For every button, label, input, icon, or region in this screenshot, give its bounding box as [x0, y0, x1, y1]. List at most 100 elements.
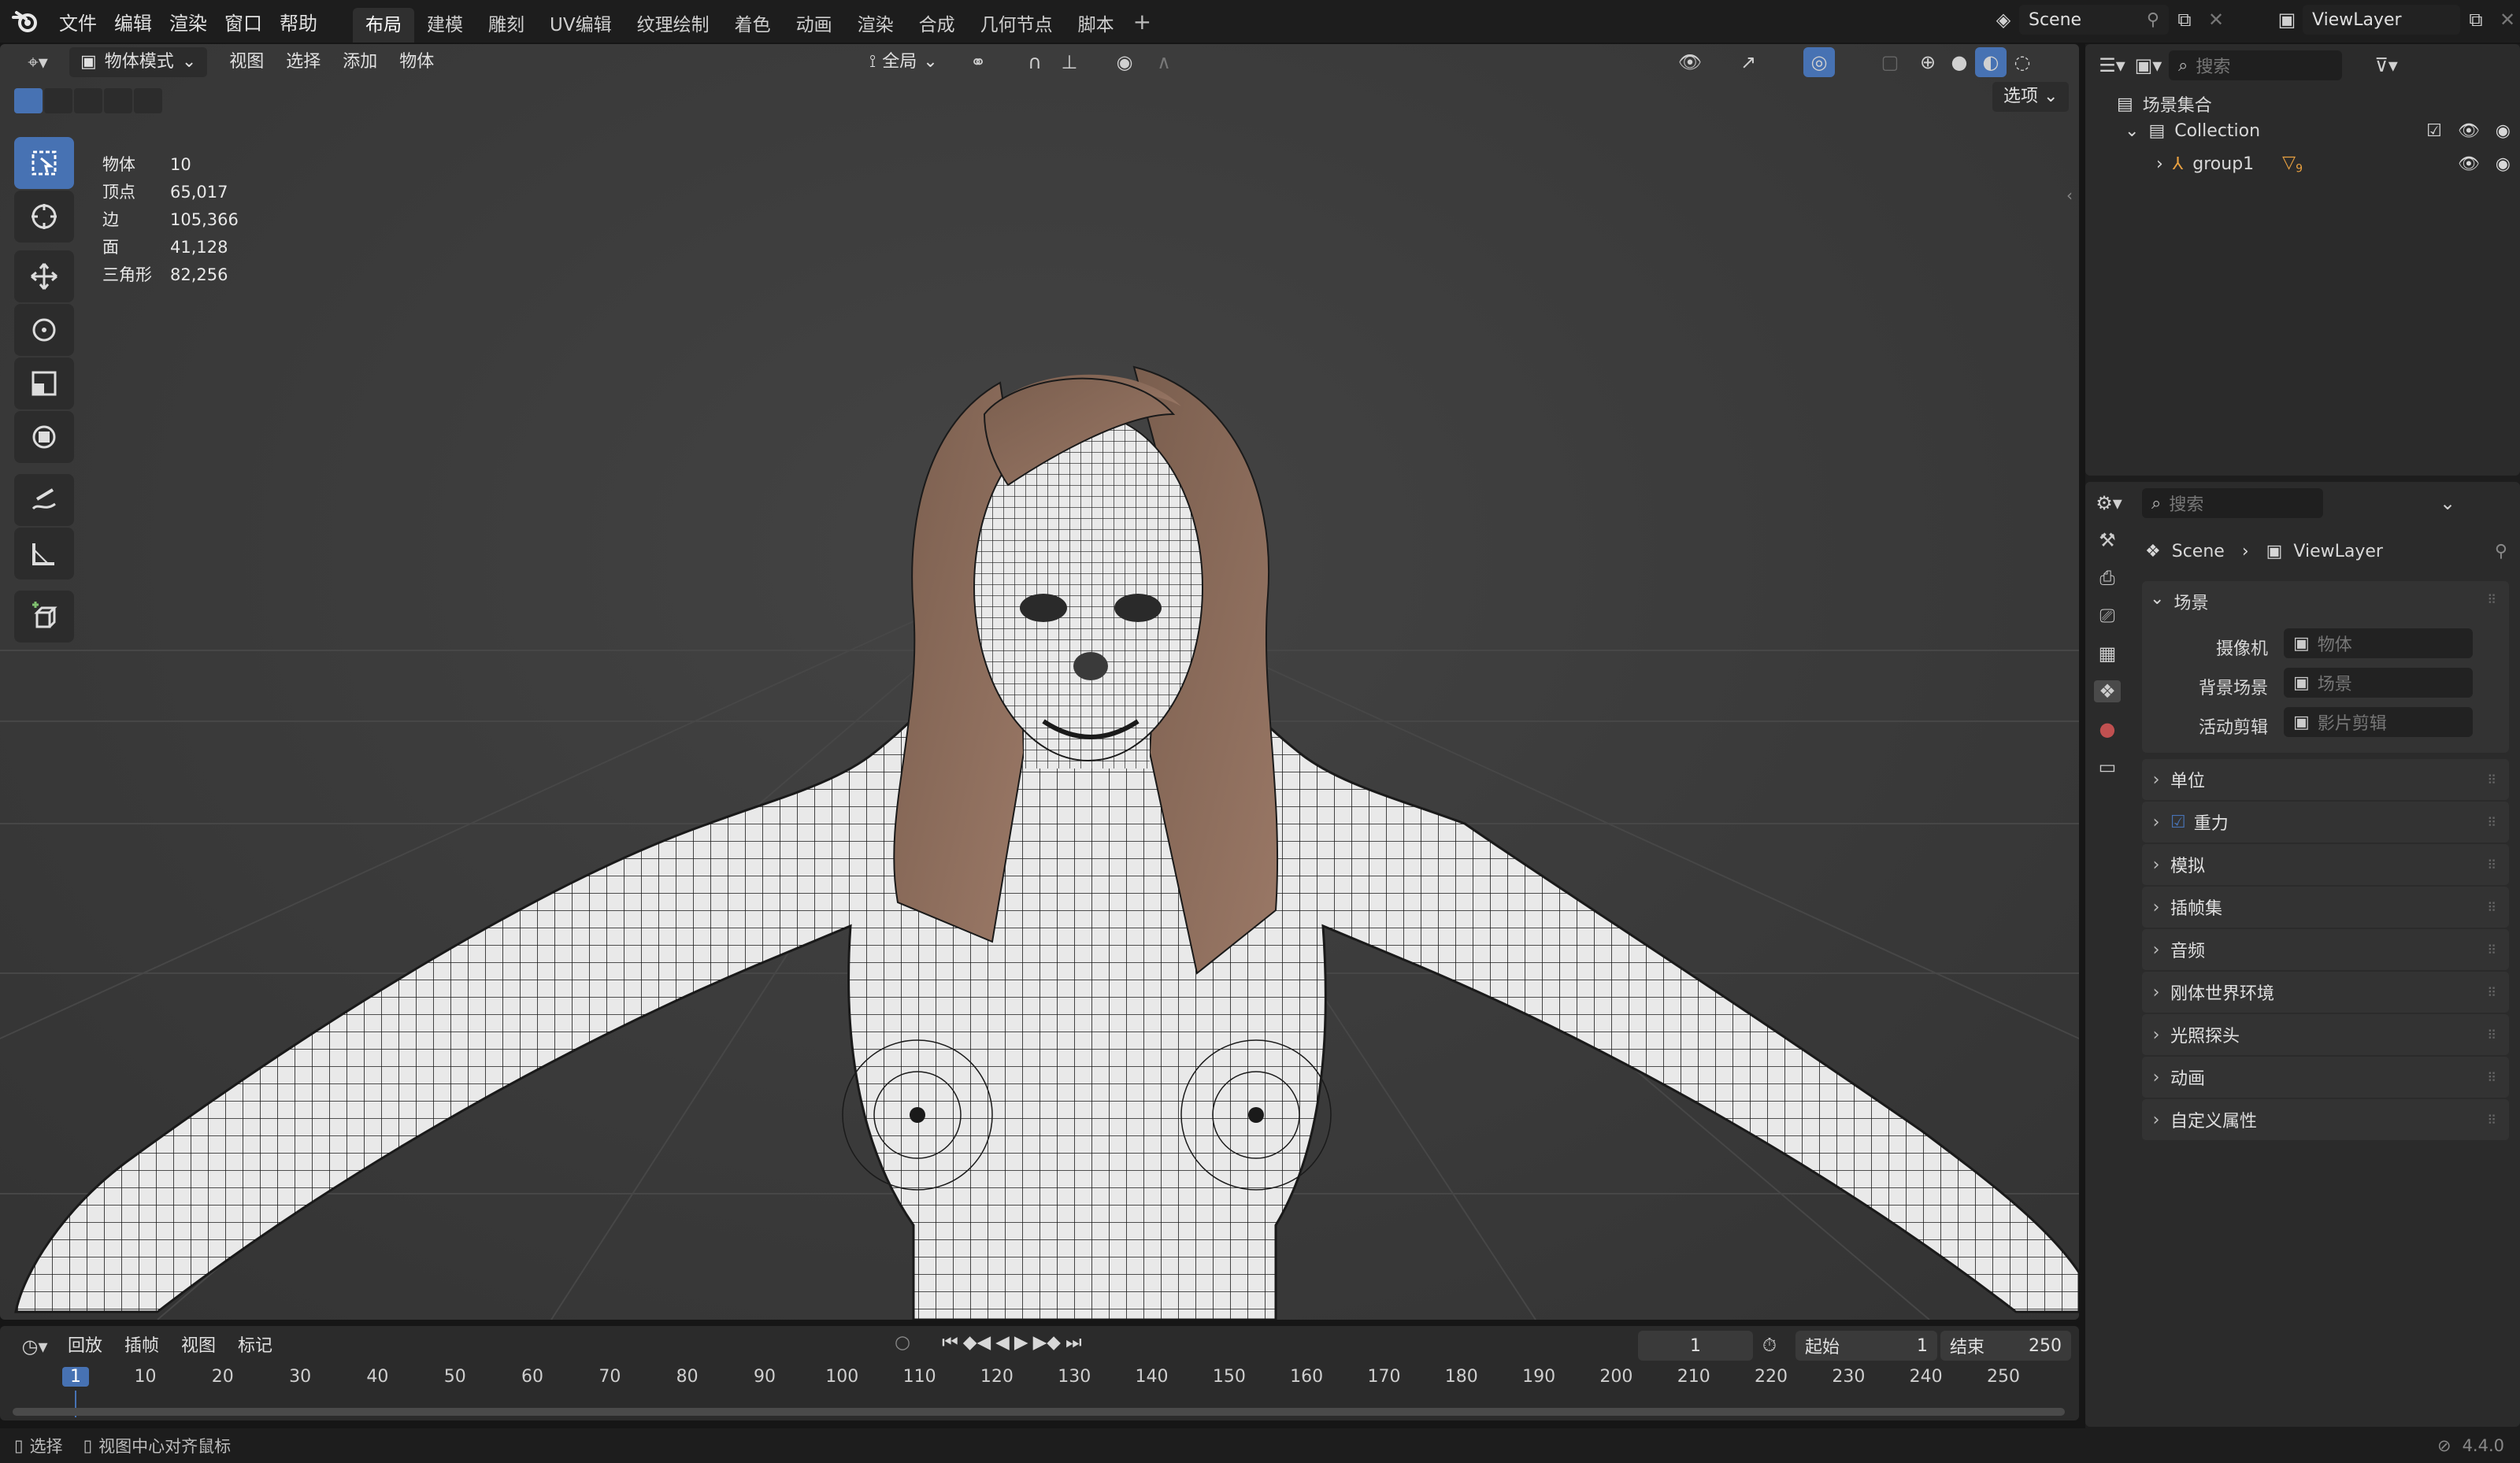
world-tab-icon[interactable]: ● [2099, 718, 2116, 740]
wireframe-shading-icon[interactable]: ⊕ [1912, 47, 1944, 77]
editor-type-icon[interactable]: ⌖▾ [14, 47, 61, 77]
select-extend-icon[interactable] [44, 88, 72, 113]
workspace-tab-2[interactable]: 雕刻 [476, 8, 537, 43]
new-scene-icon[interactable]: ⧉ [2169, 5, 2200, 35]
properties-search[interactable]: ⌕ 搜索 [2142, 488, 2323, 518]
property-field[interactable]: ▣ 影片剪辑 [2284, 707, 2473, 737]
measure-tool-icon[interactable] [14, 528, 74, 580]
falloff-icon[interactable]: ∧ [1148, 47, 1180, 77]
workspace-tab-4[interactable]: 纹理绘制 [624, 8, 722, 43]
scale-tool-icon[interactable] [14, 357, 74, 409]
viewport-menu-1[interactable]: 选择 [275, 47, 332, 77]
viewport-menu-0[interactable]: 视图 [218, 47, 275, 77]
material-shading-icon[interactable]: ◐ [1975, 47, 2007, 77]
section-3[interactable]: › 插帧集 ⠿ [2142, 887, 2509, 928]
group1-row[interactable]: › ⅄ group1 ▽9 👁 ◉ [2156, 153, 2511, 175]
pin-icon[interactable]: ⚲ [2495, 542, 2507, 561]
workspace-tab-0[interactable]: 布局 [353, 8, 414, 43]
section-7[interactable]: › 动画 ⠿ [2142, 1057, 2509, 1098]
select-new-icon[interactable] [14, 88, 43, 113]
delete-scene-icon[interactable]: ✕ [2200, 5, 2232, 35]
sidebar-toggle-icon[interactable]: ‹ [2066, 186, 2073, 205]
section-0[interactable]: › 单位 ⠿ [2142, 759, 2509, 800]
drag-handle-icon[interactable]: ⠿ [2487, 1070, 2498, 1085]
timeline-scrollbar[interactable] [13, 1408, 2065, 1416]
blender-logo-icon[interactable] [0, 9, 50, 33]
menu-2[interactable]: 渲染 [161, 8, 216, 35]
pivot-icon[interactable]: ⚭ [962, 47, 994, 77]
frame-ruler[interactable]: 1 10 20 30 40 50 60 70 80 90 100 110 120 130 140 150 160… [0, 1326, 2079, 1420]
3d-viewport[interactable]: ⌖▾ ▣ 物体模式 ⌄ 视图 选择 添加 物体 ⟟ 全局 ⌄ ⚭ ∩ ⊥ ◉ ∧ 👁 … [0, 44, 2079, 1320]
scene-section-header[interactable]: ⌄ 场景 [2150, 589, 2208, 614]
menu-4[interactable]: 帮助 [271, 8, 326, 35]
checkbox-icon[interactable]: ☑ [2426, 121, 2442, 141]
property-field[interactable]: ▣ 场景 [2284, 668, 2473, 698]
workspace-tab-8[interactable]: 合成 [906, 8, 968, 43]
section-1[interactable]: › ☑ 重力 ⠿ [2142, 802, 2509, 843]
section-5[interactable]: › 刚体世界环境 ⠿ [2142, 972, 2509, 1013]
annotate-tool-icon[interactable] [14, 474, 74, 526]
new-viewlayer-icon[interactable]: ⧉ [2460, 5, 2492, 35]
workspace-tab-10[interactable]: 脚本 [1065, 8, 1127, 43]
cursor-tool-icon[interactable] [14, 191, 74, 243]
viewport-menu-3[interactable]: 物体 [388, 47, 445, 77]
workspace-tab-3[interactable]: UV编辑 [537, 8, 624, 43]
eye-icon[interactable]: 👁 [2458, 154, 2480, 174]
drag-handle-icon[interactable]: ⠿ [2487, 857, 2498, 872]
transform-orientation-dropdown[interactable]: ⟟ 全局 ⌄ [858, 47, 949, 77]
collection-tab-icon[interactable]: ▭ [2099, 756, 2117, 778]
workspace-tab-7[interactable]: 渲染 [845, 8, 906, 43]
scene-collection-row[interactable]: ▤ 场景集合 [2117, 91, 2212, 117]
viewport-menu-2[interactable]: 添加 [332, 47, 388, 77]
render-tab-icon[interactable]: ⎙ [2099, 567, 2114, 589]
drag-handle-icon[interactable]: ⠿ [2487, 943, 2498, 957]
property-field[interactable]: ▣ 物体 [2284, 628, 2473, 658]
drag-handle-icon[interactable]: ⠿ [2487, 900, 2498, 915]
move-tool-icon[interactable] [14, 250, 74, 302]
drag-handle-icon[interactable]: ⠿ [2487, 815, 2498, 830]
visibility-icon[interactable]: 👁 [1674, 47, 1706, 77]
workspace-tab-5[interactable]: 着色 [722, 8, 784, 43]
workspace-tab-6[interactable]: 动画 [784, 8, 845, 43]
select-intersect-icon[interactable] [134, 88, 162, 113]
select-box-tool-icon[interactable] [14, 137, 74, 189]
camera-icon[interactable]: ◉ [2496, 121, 2511, 141]
menu-0[interactable]: 文件 [50, 8, 106, 35]
workspace-tab-1[interactable]: 建模 [414, 8, 476, 43]
section-8[interactable]: › 自定义属性 ⠿ [2142, 1099, 2509, 1140]
drag-handle-icon[interactable]: ⠿ [2487, 592, 2498, 607]
outliner-type-icon[interactable]: ☰▾ [2096, 50, 2128, 80]
options-dropdown[interactable]: 选项 ⌄ [1992, 82, 2070, 112]
drag-handle-icon[interactable]: ⠿ [2487, 985, 2498, 1000]
rotate-tool-icon[interactable] [14, 304, 74, 356]
character-mesh[interactable] [14, 365, 2079, 1320]
outliner-search[interactable]: ⌕ 搜索 [2169, 50, 2342, 80]
tool-tab-icon[interactable]: ⚒ [2099, 529, 2116, 551]
view-layer-tab-icon[interactable]: ▦ [2099, 643, 2117, 665]
workspace-tab-9[interactable]: 几何节点 [968, 8, 1065, 43]
add-workspace-button[interactable]: + [1133, 9, 1151, 35]
section-6[interactable]: › 光照探头 ⠿ [2142, 1014, 2509, 1055]
scene-tab-icon[interactable]: ❖ [2094, 680, 2121, 702]
transform-tool-icon[interactable] [14, 411, 74, 463]
overlays-icon[interactable]: ◎ [1803, 47, 1835, 77]
output-tab-icon[interactable]: ⎚ [2099, 605, 2114, 627]
snap-icon[interactable]: ∩ [1019, 47, 1051, 77]
delete-viewlayer-icon[interactable]: ✕ [2492, 5, 2520, 35]
filter-icon[interactable]: ⊽▾ [2370, 50, 2402, 80]
solid-shading-icon[interactable]: ● [1944, 47, 1975, 77]
properties-type-icon[interactable]: ⚙▾ [2093, 488, 2125, 518]
select-subtract-icon[interactable] [74, 88, 102, 113]
drag-handle-icon[interactable]: ⠿ [2487, 1113, 2498, 1128]
display-mode-icon[interactable]: ▣▾ [2133, 50, 2164, 80]
camera-icon[interactable]: ◉ [2496, 154, 2511, 174]
select-invert-icon[interactable] [104, 88, 132, 113]
pin-icon[interactable]: ⚲ [2147, 10, 2159, 30]
proportional-edit-icon[interactable]: ◉ [1109, 47, 1140, 77]
section-4[interactable]: › 音频 ⠿ [2142, 929, 2509, 970]
add-cube-tool-icon[interactable] [14, 591, 74, 643]
menu-1[interactable]: 编辑 [106, 8, 161, 35]
drag-handle-icon[interactable]: ⠿ [2487, 772, 2498, 787]
gizmo-icon[interactable]: ↗ [1732, 47, 1764, 77]
scene-name-field[interactable]: Scene ⚲ [2019, 5, 2169, 35]
